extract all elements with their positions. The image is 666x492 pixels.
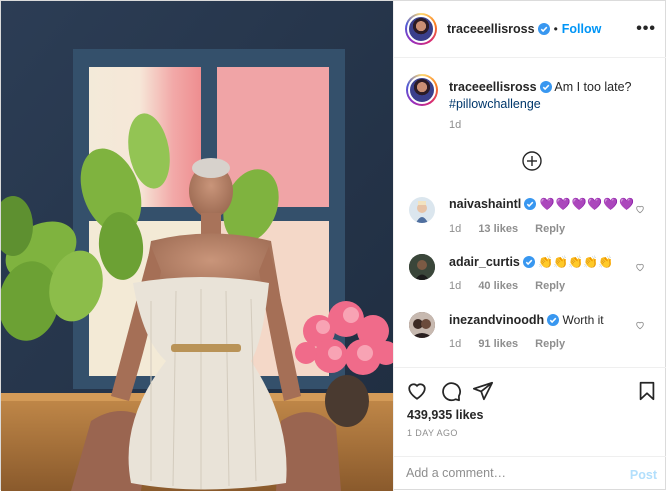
- caption-avatar-image: [408, 76, 436, 104]
- comment-meta: 1d 91 likes Reply: [449, 338, 565, 350]
- comment-row: naivashaintl 💜💜💜💜💜💜: [449, 197, 635, 211]
- comment-icon[interactable]: [440, 380, 462, 402]
- heart-icon[interactable]: [406, 380, 428, 402]
- likes-count[interactable]: 439,935 likes: [407, 408, 483, 422]
- comment-avatar[interactable]: [409, 197, 435, 223]
- comment-avatar[interactable]: [409, 254, 435, 280]
- comment-time: 1d: [449, 280, 462, 292]
- comment-avatar-image: [409, 312, 435, 338]
- comment-username[interactable]: inezandvinoodh: [449, 313, 544, 327]
- caption-time: 1d: [449, 119, 462, 131]
- comment-avatar-image: [416, 201, 428, 223]
- comment-reply-button[interactable]: Reply: [535, 338, 565, 350]
- bookmark-icon[interactable]: [636, 380, 658, 402]
- verified-badge-icon: [522, 256, 535, 268]
- post-header: traceeellisross • Follow •••: [394, 1, 666, 58]
- post-date[interactable]: 1 DAY AGO: [407, 428, 458, 438]
- comment-row: inezandvinoodh Worth it: [449, 313, 604, 327]
- comment-reply-button[interactable]: Reply: [535, 223, 565, 235]
- caption-hashtag[interactable]: #pillowchallenge: [449, 97, 541, 111]
- comment-likes[interactable]: 91 likes: [478, 338, 518, 350]
- verified-badge-icon: [547, 314, 560, 326]
- comment-username[interactable]: naivashaintl: [449, 197, 521, 211]
- avatar-image: [407, 15, 435, 43]
- add-comment-bar: Post: [394, 456, 666, 492]
- follow-button[interactable]: Follow: [562, 22, 602, 36]
- load-more-comments-icon[interactable]: [522, 151, 542, 171]
- post-photo[interactable]: [1, 1, 393, 491]
- caption-avatar[interactable]: [406, 74, 438, 106]
- header-separator: •: [553, 22, 558, 36]
- avatar[interactable]: [405, 13, 437, 45]
- post-comment-button[interactable]: Post: [630, 468, 657, 482]
- caption: traceeellisross Am I too late? #pillowch…: [449, 79, 649, 113]
- comment-username[interactable]: adair_curtis: [449, 255, 520, 269]
- comment-avatar[interactable]: [409, 312, 435, 338]
- comment-avatar-image: [409, 254, 435, 280]
- comment-time: 1d: [449, 223, 462, 235]
- comment-text: 💜💜💜💜💜💜: [539, 197, 636, 211]
- more-options-icon[interactable]: •••: [636, 20, 656, 38]
- share-icon[interactable]: [472, 380, 494, 402]
- comment-input[interactable]: [406, 466, 606, 480]
- comment-row: adair_curtis 👏👏👏👏👏: [449, 255, 613, 269]
- post-actions: 439,935 likes 1 DAY AGO Post: [394, 367, 666, 491]
- comment-meta: 1d 40 likes Reply: [449, 280, 565, 292]
- comment-reply-button[interactable]: Reply: [535, 280, 565, 292]
- post-image: [1, 1, 393, 491]
- comment-likes[interactable]: 13 likes: [478, 223, 518, 235]
- instagram-post: traceeellisross • Follow ••• traceeellisro…: [0, 0, 666, 491]
- comment-text: 👏👏👏👏👏: [538, 255, 613, 269]
- comment-like-icon[interactable]: [635, 262, 645, 272]
- comment-meta: 1d 13 likes Reply: [449, 223, 565, 235]
- header-username[interactable]: traceeellisross: [447, 22, 535, 36]
- comment-text: Worth it: [562, 313, 604, 327]
- verified-badge-icon: [539, 81, 552, 93]
- post-sidebar: traceeellisross • Follow ••• traceeellisro…: [393, 1, 666, 491]
- caption-username[interactable]: traceeellisross: [449, 80, 537, 94]
- caption-text: Am I too late?: [554, 80, 632, 94]
- comment-time: 1d: [449, 338, 462, 350]
- verified-badge-icon: [537, 23, 550, 35]
- comment-like-icon[interactable]: [635, 320, 645, 330]
- verified-badge-icon: [524, 198, 537, 210]
- comment-like-icon[interactable]: [635, 204, 645, 214]
- comment-likes[interactable]: 40 likes: [478, 280, 518, 292]
- header-user-row: traceeellisross • Follow: [447, 22, 601, 36]
